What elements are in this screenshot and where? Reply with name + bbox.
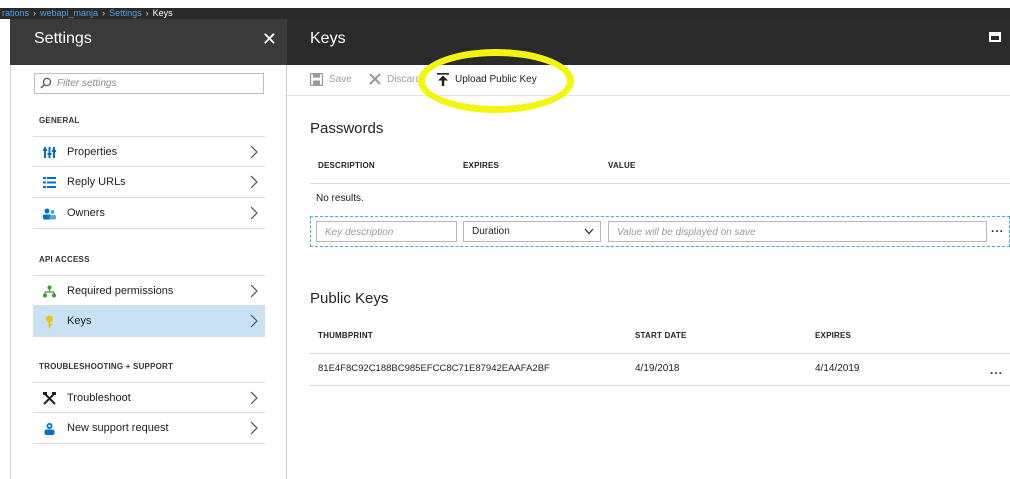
chevron-right-icon	[250, 175, 258, 189]
settings-title: Settings	[34, 30, 92, 47]
section-label-api-access: API ACCESS	[39, 255, 90, 264]
sidebar-item-troubleshoot[interactable]: Troubleshoot	[33, 382, 265, 413]
upload-label: Upload Public Key	[455, 74, 537, 85]
chevron-right-icon: ›	[145, 8, 149, 18]
discard-button[interactable]: Discard	[369, 73, 421, 85]
breadcrumb-item[interactable]: rations	[2, 8, 29, 18]
upload-icon	[437, 73, 449, 86]
new-password-row: Duration ...	[310, 216, 1010, 247]
sidebar-item-new-support-request[interactable]: New support request	[33, 413, 265, 444]
discard-icon	[369, 73, 381, 85]
column-header-start-date: START DATE	[635, 331, 687, 340]
filter-settings-input[interactable]	[57, 76, 257, 91]
settings-blade-header: Settings ✕	[10, 19, 287, 65]
sidebar-item-required-permissions[interactable]: Required permissions	[33, 275, 265, 306]
duration-value: Duration	[472, 226, 510, 237]
chevron-right-icon	[250, 391, 258, 405]
save-button[interactable]: Save	[310, 73, 352, 86]
sidebar-item-label: Required permissions	[67, 285, 174, 297]
troubleshoot-icon	[43, 392, 56, 405]
settings-sidebar: GENERAL Properties Reply URLs Owners API…	[10, 65, 287, 479]
thumbprint-cell: 81E4F8C92C188BC985EFCC8C71E87942EAAFA2BF	[318, 363, 550, 374]
chevron-right-icon	[250, 206, 258, 220]
sidebar-item-properties[interactable]: Properties	[33, 136, 265, 167]
maximize-icon[interactable]	[989, 32, 1001, 42]
owners-icon	[43, 208, 56, 220]
divider	[310, 385, 1010, 386]
more-options-icon[interactable]: ...	[990, 363, 1003, 377]
permissions-icon	[43, 285, 56, 298]
save-icon	[310, 73, 323, 86]
chevron-right-icon: ›	[102, 8, 106, 18]
column-header-thumbprint: THUMBPRINT	[318, 331, 373, 340]
chevron-right-icon	[250, 421, 258, 435]
sidebar-item-label: Properties	[67, 146, 118, 158]
keys-blade-header: Keys	[287, 19, 1010, 65]
breadcrumb-item[interactable]: webapi_manja	[40, 8, 98, 18]
key-description-field	[316, 221, 457, 242]
start-date-cell: 4/19/2018	[635, 363, 680, 374]
section-label-general: GENERAL	[39, 116, 80, 125]
sidebar-item-owners[interactable]: Owners	[33, 198, 265, 229]
chevron-right-icon	[250, 284, 258, 298]
value-field	[608, 221, 987, 242]
upload-public-key-button[interactable]: Upload Public Key	[437, 73, 537, 86]
column-header-expires: EXPIRES	[815, 331, 852, 340]
passwords-heading: Passwords	[310, 120, 384, 137]
sidebar-item-label: Reply URLs	[67, 176, 126, 188]
section-label-troubleshooting: TROUBLESHOOTING + SUPPORT	[39, 362, 174, 371]
chevron-right-icon	[250, 145, 258, 159]
public-keys-heading: Public Keys	[310, 290, 389, 307]
breadcrumb-item[interactable]: Settings	[109, 8, 142, 18]
empty-state-text: No results.	[316, 193, 364, 204]
reply-urls-icon	[43, 177, 56, 188]
keys-blade: Save Discard Upload Public Key Passwords…	[287, 49, 1010, 479]
column-header-expires: EXPIRES	[463, 161, 500, 170]
save-label: Save	[329, 74, 352, 85]
chevron-right-icon	[250, 314, 258, 328]
sidebar-item-keys[interactable]: Keys	[33, 306, 265, 337]
sidebar-item-reply-urls[interactable]: Reply URLs	[33, 167, 265, 198]
column-header-description: DESCRIPTION	[318, 161, 375, 170]
sidebar-item-label: Keys	[67, 315, 92, 327]
sidebar-item-label: Owners	[67, 207, 105, 219]
divider	[310, 353, 1010, 354]
key-description-input[interactable]	[317, 223, 456, 242]
chevron-down-icon	[584, 228, 594, 235]
discard-label: Discard	[387, 73, 421, 85]
filter-box	[34, 73, 264, 94]
search-icon	[40, 77, 52, 89]
properties-icon	[43, 147, 56, 158]
support-icon	[44, 423, 55, 435]
key-icon	[46, 315, 53, 328]
divider	[310, 183, 1010, 184]
sidebar-item-label: Troubleshoot	[67, 392, 131, 404]
value-input[interactable]	[609, 223, 986, 242]
breadcrumb-current: Keys	[152, 8, 173, 18]
breadcrumb: rations › webapi_manja › Settings › Keys	[0, 8, 1010, 19]
toolbar: Save Discard Upload Public Key	[287, 65, 1010, 96]
duration-select[interactable]: Duration	[463, 221, 601, 242]
close-icon[interactable]: ✕	[262, 29, 277, 50]
more-options-icon[interactable]: ...	[991, 221, 1004, 235]
sidebar-item-label: New support request	[67, 422, 169, 434]
keys-title: Keys	[310, 30, 346, 47]
column-header-value: VALUE	[608, 161, 636, 170]
chevron-right-icon: ›	[33, 8, 37, 18]
expires-cell: 4/14/2019	[815, 363, 860, 374]
